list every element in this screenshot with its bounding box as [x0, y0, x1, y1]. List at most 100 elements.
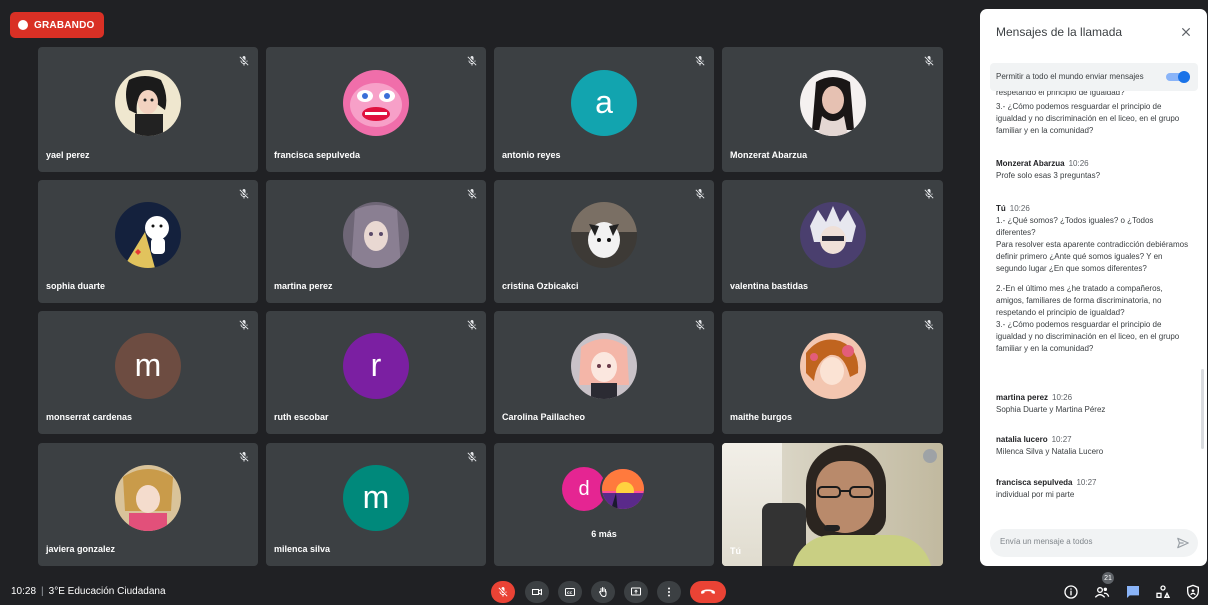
message-text: 2.-En el último mes ¿he tratado a compañ…: [996, 284, 1180, 353]
more-participants-tile[interactable]: d 6 más: [494, 443, 714, 566]
avatar: [571, 201, 637, 268]
participant-tile[interactable]: valentina bastidas: [722, 180, 943, 303]
mic-off-icon: [924, 320, 934, 330]
chat-panel-title: Mensajes de la llamada: [996, 25, 1123, 39]
mic-off-icon: [695, 189, 705, 199]
participant-name: sophia duarte: [46, 281, 106, 291]
participant-name: antonio reyes: [502, 150, 561, 160]
message-author: natalia lucero: [996, 435, 1048, 444]
participant-name: cristina Ozbicakci: [502, 281, 579, 291]
message-time: 10:26: [1068, 159, 1089, 168]
chat-message-input[interactable]: [1000, 537, 1170, 546]
participant-tile[interactable]: francisca sepulveda: [266, 47, 486, 172]
participant-tile[interactable]: r ruth escobar: [266, 311, 486, 434]
mic-off-icon: [695, 56, 705, 66]
participant-tile[interactable]: cristina Ozbicakci: [494, 180, 714, 303]
more-participants-label: 6 más: [591, 529, 617, 539]
avatar: [115, 464, 181, 531]
avatar-cluster: d: [562, 467, 646, 513]
svg-text:CC: CC: [567, 591, 573, 595]
avatar: a: [571, 69, 637, 136]
avatar: [799, 69, 866, 136]
mic-off-icon: [239, 56, 249, 66]
participant-tile[interactable]: Carolina Paillacheo: [494, 311, 714, 434]
participant-tile[interactable]: martina perez: [266, 180, 486, 303]
shield-icon[interactable]: [1185, 584, 1201, 600]
participant-tile[interactable]: javiera gonzalez: [38, 443, 258, 566]
mic-off-icon: [467, 320, 477, 330]
message-author: Tú: [996, 204, 1006, 213]
message-text: Milenca Silva y Natalia Lucero: [996, 447, 1104, 456]
clipped-message-text: respetando el principio de igualdad?: [996, 91, 1125, 97]
chat-message: natalia lucero 10:27 Milenca Silva y Nata…: [996, 434, 1192, 458]
participant-name: yael perez: [46, 150, 90, 160]
send-icon[interactable]: [1176, 536, 1190, 550]
recording-label: GRABANDO: [34, 19, 95, 31]
participant-name: francisca sepulveda: [274, 150, 361, 160]
message-author: Monzerat Abarzua: [996, 159, 1065, 168]
more-options-icon[interactable]: [923, 449, 937, 463]
participant-name: Carolina Paillacheo: [502, 412, 586, 422]
close-icon[interactable]: [1179, 25, 1193, 39]
participant-name: javiera gonzalez: [46, 544, 116, 554]
mic-off-icon: [924, 56, 934, 66]
avatar-letter: r: [370, 347, 382, 383]
chat-message: francisca sepulveda 10:27 individual por …: [996, 477, 1192, 501]
more-options-button[interactable]: [657, 581, 681, 603]
mic-toggle-button[interactable]: [491, 581, 515, 603]
avatar: [571, 332, 637, 399]
participant-tile[interactable]: Monzerat Abarzua: [722, 47, 943, 172]
avatar: [799, 201, 866, 268]
chat-scrollbar[interactable]: [1201, 369, 1204, 449]
present-icon: [631, 587, 641, 596]
participant-tile[interactable]: yael perez: [38, 47, 258, 172]
meeting-title: 3°E Educación Ciudadana: [48, 586, 166, 597]
participant-tile[interactable]: maithe burgos: [722, 311, 943, 434]
avatar: [115, 69, 181, 136]
message-time: 10:26: [1009, 204, 1030, 213]
participant-name: milenca silva: [274, 544, 331, 554]
avatar: [799, 332, 866, 399]
present-screen-button[interactable]: [624, 581, 648, 603]
record-dot-icon: [18, 20, 28, 30]
message-text: Sophia Duarte y Martina Pérez: [996, 405, 1106, 414]
participant-tile[interactable]: sophia duarte: [38, 180, 258, 303]
video-camera-icon: [532, 588, 542, 596]
participant-tile[interactable]: m monserrat cardenas: [38, 311, 258, 434]
mic-off-icon: [239, 189, 249, 199]
avatar: [343, 201, 409, 268]
chat-message: Monzerat Abarzua 10:26 Profe solo esas 3 …: [996, 158, 1192, 182]
closed-captions-icon: CC: [565, 588, 575, 596]
participant-name: maithe burgos: [730, 412, 793, 422]
mic-off-icon: [239, 320, 249, 330]
captions-button[interactable]: CC: [558, 581, 582, 603]
avatar: r: [343, 332, 409, 399]
participant-tile[interactable]: m milenca silva: [266, 443, 486, 566]
chat-icon[interactable]: [1125, 584, 1141, 600]
self-video-tile[interactable]: Tú: [722, 443, 943, 566]
hang-up-button[interactable]: [690, 581, 726, 603]
meeting-info: 10:28 | 3°E Educación Ciudadana: [11, 586, 166, 597]
info-icon[interactable]: [1063, 584, 1079, 600]
raise-hand-button[interactable]: [591, 581, 615, 603]
mic-off-icon: [467, 56, 477, 66]
avatar: [115, 201, 181, 268]
mic-off-icon: [924, 189, 934, 199]
permit-messages-toggle[interactable]: [1166, 71, 1190, 83]
mic-off-icon: [467, 452, 477, 462]
mic-off-icon: [498, 587, 508, 597]
permit-messages-row: Permitir a todo el mundo enviar mensajes: [990, 63, 1198, 91]
message-text: Profe solo esas 3 preguntas?: [996, 171, 1101, 180]
hand-icon: [598, 587, 607, 598]
participant-name: valentina bastidas: [730, 281, 809, 291]
chat-message: 3.- ¿Cómo podemos resguardar el principi…: [996, 101, 1192, 137]
mic-off-icon: [467, 189, 477, 199]
activities-icon[interactable]: [1155, 584, 1171, 600]
more-vert-icon: [668, 587, 670, 597]
message-text: 1.- ¿Qué somos? ¿Todos iguales? o ¿Todos…: [996, 216, 1189, 273]
participant-tile[interactable]: a antonio reyes: [494, 47, 714, 172]
message-text: 3.- ¿Cómo podemos resguardar el principi…: [996, 102, 1180, 135]
camera-toggle-button[interactable]: [525, 581, 549, 603]
participants-count-badge: 21: [1102, 572, 1114, 584]
people-icon[interactable]: [1094, 584, 1110, 600]
